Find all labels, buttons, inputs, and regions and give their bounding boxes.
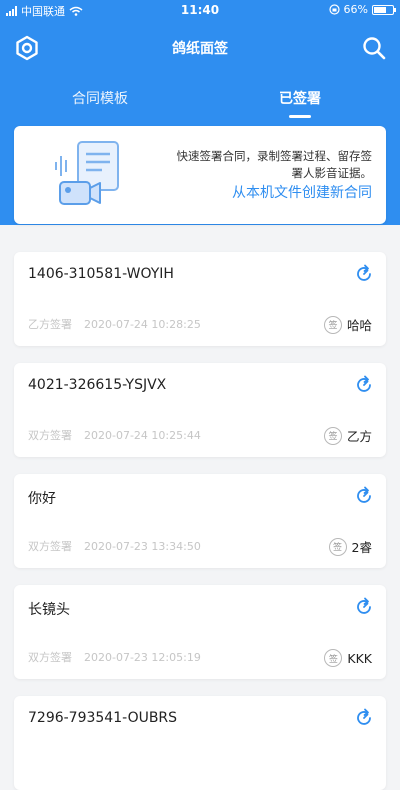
create-from-local-file-link[interactable]: 从本机文件创建新合同: [232, 182, 372, 202]
search-icon[interactable]: [360, 34, 388, 62]
contract-signer: 签 乙方: [323, 426, 372, 445]
navbar: 鸽纸面签: [0, 28, 400, 68]
contract-title: 1406-310581-WOYIH: [28, 266, 174, 282]
sign-badge-icon: 签: [323, 315, 342, 334]
status-bar: 中国联通 11:40 66%: [0, 0, 400, 20]
contract-meta: 双方签署 2020-07-23 13:34:50: [28, 538, 201, 554]
contract-card[interactable]: 4021-326615-YSJVX 双方签署 2020-07-24 10:25:4…: [14, 363, 386, 457]
resend-icon[interactable]: [354, 264, 374, 284]
signer-name: KKK: [347, 650, 372, 666]
contract-title: 7296-793541-OUBRS: [28, 710, 178, 726]
resend-icon[interactable]: [354, 597, 374, 617]
contract-signer: 签 KKK: [324, 649, 372, 667]
active-tab-indicator: [289, 115, 311, 118]
contract-title: 4021-326615-YSJVX: [28, 377, 167, 393]
tab-signed[interactable]: 已签署: [240, 88, 360, 108]
contract-party: 双方签署: [28, 651, 72, 664]
document-video-illustration-icon: [55, 141, 119, 205]
sign-badge-icon: 签: [324, 649, 343, 667]
resend-icon[interactable]: [354, 486, 374, 506]
create-contract-banner[interactable]: 快速签署合同，录制签署过程、留存签署人影音证据。 从本机文件创建新合同: [14, 126, 386, 224]
resend-icon[interactable]: [354, 375, 374, 395]
contract-title: 长镜头: [28, 602, 70, 618]
signer-name: 哈哈: [346, 318, 372, 333]
status-right: 66%: [328, 3, 396, 16]
contract-party: 乙方签署: [28, 318, 72, 331]
contract-title: 你好: [28, 491, 56, 507]
tab-templates[interactable]: 合同模板: [40, 88, 160, 108]
battery-percent: 66%: [343, 3, 368, 16]
orientation-lock-icon: [328, 4, 340, 15]
contract-date: 2020-07-24 10:25:44: [84, 429, 201, 442]
contract-party: 双方签署: [28, 429, 72, 442]
sign-badge-icon: 签: [328, 537, 347, 556]
signer-name: 乙方: [346, 429, 372, 444]
contract-signer: 签 2睿: [328, 537, 372, 556]
page-title: 鸽纸面签: [172, 41, 228, 57]
battery-level: [374, 6, 386, 13]
sign-badge-icon: 签: [323, 426, 342, 445]
contract-meta: 双方签署 2020-07-24 10:25:44: [28, 427, 201, 443]
contract-date: 2020-07-24 10:28:25: [84, 318, 201, 331]
contract-meta: 双方签署 2020-07-23 12:05:19: [28, 649, 201, 665]
contract-card[interactable]: 1406-310581-WOYIH 乙方签署 2020-07-24 10:28:2…: [14, 252, 386, 346]
contract-date: 2020-07-23 12:05:19: [84, 651, 201, 664]
contract-party: 双方签署: [28, 540, 72, 553]
signer-name: 2睿: [351, 540, 372, 555]
contract-card[interactable]: 你好 双方签署 2020-07-23 13:34:50 签 2睿: [14, 474, 386, 568]
contract-meta: [28, 763, 40, 776]
contract-meta: 乙方签署 2020-07-24 10:28:25: [28, 316, 201, 332]
banner-description: 快速签署合同，录制签署过程、留存签署人影音证据。: [176, 149, 373, 180]
battery-icon: [372, 4, 396, 15]
contract-card[interactable]: 长镜头 双方签署 2020-07-23 12:05:19 签 KKK: [14, 585, 386, 679]
tab-bar: 合同模板 已签署: [0, 84, 400, 124]
contract-signer: 签 哈哈: [323, 315, 372, 334]
contract-card[interactable]: 7296-793541-OUBRS: [14, 696, 386, 790]
contract-date: 2020-07-23 13:34:50: [84, 540, 201, 553]
resend-icon[interactable]: [354, 708, 374, 728]
